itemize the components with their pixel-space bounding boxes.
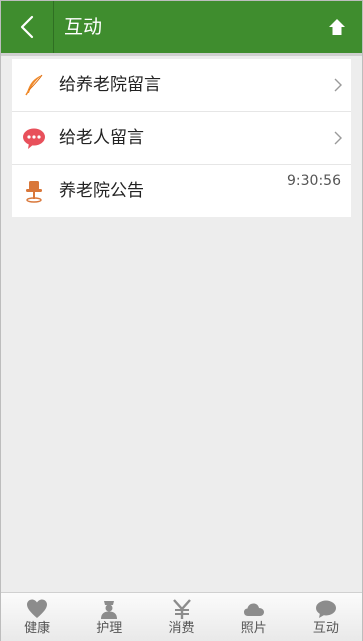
back-chevron-icon: [20, 15, 34, 39]
list-item-label: 给老人留言: [59, 128, 144, 148]
tab-label: 消费: [168, 621, 195, 636]
tab-care[interactable]: 护理: [73, 593, 145, 641]
heart-icon: [27, 599, 48, 618]
nurse-icon: [101, 601, 118, 619]
home-icon[interactable]: [328, 18, 346, 36]
list-item-message-elder[interactable]: 给老人留言: [12, 112, 351, 165]
notice-timestamp: 9:30:56: [287, 173, 341, 189]
page-title: 互动: [64, 16, 103, 38]
tab-health[interactable]: 健康: [1, 593, 73, 641]
header-bar: 互动: [1, 1, 362, 56]
interaction-list: 给养老院留言 给老人留言 养老院公告 9:30:56: [12, 59, 351, 217]
chevron-right-icon: [334, 131, 342, 145]
tab-photos[interactable]: 照片: [218, 593, 290, 641]
tab-label: 照片: [240, 621, 267, 636]
list-item-label: 给养老院留言: [59, 75, 161, 95]
cloud-icon: [243, 603, 264, 616]
tab-label: 健康: [24, 621, 51, 636]
chevron-right-icon: [334, 78, 342, 92]
yen-icon: [172, 599, 191, 619]
list-item-label: 养老院公告: [59, 181, 144, 201]
chat-bubble-icon: [23, 128, 45, 149]
list-item-notice[interactable]: 养老院公告 9:30:56: [12, 165, 351, 217]
bottom-tab-bar: 健康 护理 消费 照片 互动: [1, 592, 362, 641]
feather-icon: [25, 74, 43, 96]
tab-consumption[interactable]: 消费: [145, 593, 217, 641]
tab-interaction[interactable]: 互动: [290, 593, 362, 641]
back-button[interactable]: [1, 1, 54, 53]
list-item-message-nursing-home[interactable]: 给养老院留言: [12, 59, 351, 112]
chat-icon: [315, 600, 336, 618]
tab-label: 护理: [96, 621, 123, 636]
tab-label: 互动: [312, 621, 339, 636]
pushpin-icon: [26, 181, 42, 203]
